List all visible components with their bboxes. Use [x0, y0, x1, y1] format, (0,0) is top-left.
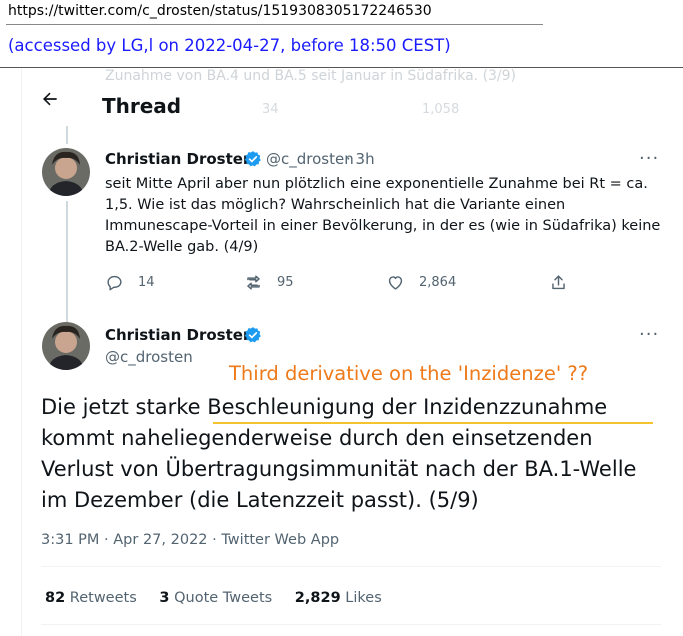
- retweet-icon: [247, 275, 260, 290]
- thread-header: Thread: [22, 78, 683, 118]
- verified-badge-icon: [244, 327, 261, 343]
- quote-tweets-label: Quote Tweets: [174, 590, 273, 606]
- annotation-text: Third derivative on the 'Inzidenze' ??: [229, 362, 589, 385]
- main-tweet-text: Die jetzt starke Beschleunigung der Inzi…: [41, 392, 661, 516]
- quote-tweets-count: 3: [159, 590, 170, 606]
- highlighted-phrase: Beschleunigung der Inzidenzzunahme: [207, 395, 608, 419]
- retweets-label: Retweets: [69, 590, 137, 606]
- thread-line: [66, 201, 68, 322]
- access-note: (accessed by LG,l on 2022-04-27, before …: [8, 36, 451, 55]
- author-handle[interactable]: @c_drosten: [105, 348, 193, 366]
- tweet-text: seit Mitte April aber nun plötzlich eine…: [105, 176, 661, 255]
- tweet-time[interactable]: · 3h: [346, 150, 375, 168]
- share-icon: [552, 275, 565, 290]
- quote-tweets-stat[interactable]: 3 Quote Tweets: [159, 590, 272, 606]
- reply-icon: [107, 275, 122, 291]
- retweet-button[interactable]: 95: [244, 273, 294, 292]
- url-underline: [6, 24, 543, 25]
- reply-count: 14: [138, 275, 155, 290]
- likes-count: 2,829: [294, 590, 341, 606]
- likes-stat[interactable]: 2,829 Likes: [295, 590, 382, 606]
- engagement-stats: 82 Retweets 3 Quote Tweets 2,829 Likes: [45, 590, 400, 606]
- like-count: 2,864: [419, 275, 457, 290]
- author-handle[interactable]: @c_drosten: [266, 150, 354, 168]
- twitter-thread-view: Zunahme von BA.4 und BA.5 seit Januar in…: [21, 68, 683, 636]
- author-name[interactable]: Christian Drosten: [105, 150, 254, 168]
- like-icon: [388, 276, 403, 290]
- more-icon[interactable]: ···: [639, 324, 659, 345]
- reply-button[interactable]: 14: [105, 273, 155, 292]
- main-tweet-text-start: Die jetzt starke: [41, 395, 208, 419]
- author-name[interactable]: Christian Drosten: [105, 326, 254, 344]
- share-button[interactable]: [549, 273, 568, 292]
- avatar[interactable]: [42, 148, 90, 196]
- like-button[interactable]: 2,864: [386, 273, 456, 292]
- verified-badge-icon: [244, 151, 261, 167]
- divider: [41, 566, 661, 567]
- highlight-underline: [213, 422, 653, 424]
- more-icon[interactable]: ···: [639, 148, 659, 169]
- retweets-stat[interactable]: 82 Retweets: [45, 590, 137, 606]
- main-tweet-text-rest: kommt naheliegenderweise durch den einse…: [41, 426, 637, 512]
- likes-label: Likes: [345, 590, 382, 606]
- back-arrow-icon[interactable]: [40, 89, 60, 109]
- avatar[interactable]: [42, 322, 90, 370]
- retweet-count: 95: [277, 275, 294, 290]
- retweets-count: 82: [45, 590, 66, 606]
- source-url: https://twitter.com/c_drosten/status/151…: [8, 3, 432, 19]
- page-title: Thread: [102, 94, 182, 118]
- thread-line: [66, 126, 68, 144]
- tweet-timestamp[interactable]: 3:31 PM · Apr 27, 2022 · Twitter Web App: [41, 532, 339, 548]
- divider: [41, 624, 661, 625]
